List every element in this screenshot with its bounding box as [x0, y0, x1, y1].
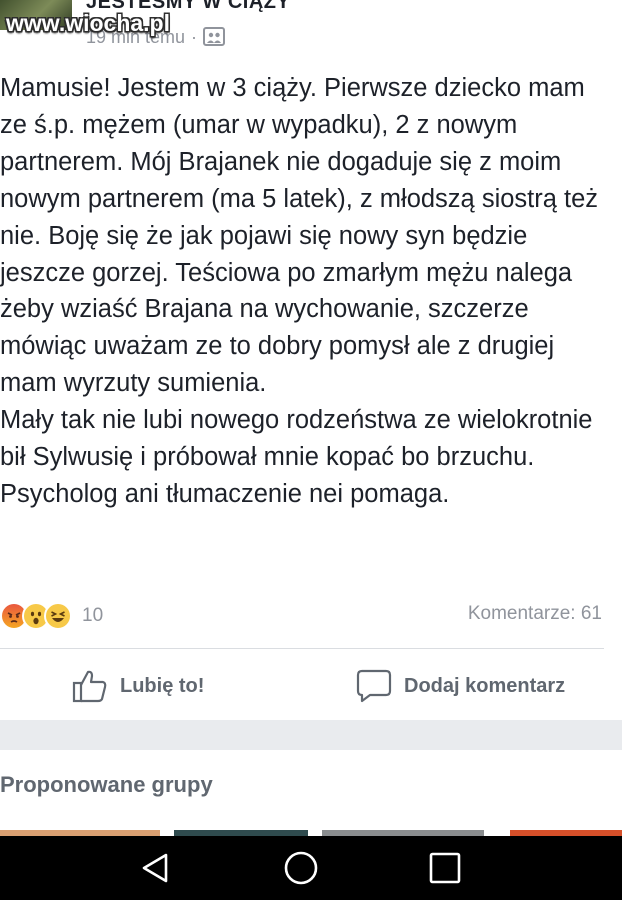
home-icon[interactable] — [283, 850, 319, 886]
reaction-count[interactable]: 10 — [82, 605, 103, 627]
watermark: www.wiocha.pl — [6, 10, 170, 36]
divider — [0, 648, 604, 649]
suggested-groups-title: Proponowane grupy — [0, 772, 213, 797]
post-header: JESTEŚMY W CIĄŻY 19 min temu · www.wiocha… — [0, 0, 622, 52]
comment-button[interactable]: Dodaj komentarz — [356, 664, 565, 708]
haha-reaction-icon — [44, 602, 72, 630]
back-icon[interactable] — [138, 850, 174, 886]
android-navigation-bar — [0, 836, 622, 900]
section-separator — [0, 720, 622, 750]
reactions-summary[interactable]: 10 — [0, 600, 103, 632]
post-paragraph: Mamusie! Jestem w 3 ciąży. Pierwsze dzie… — [0, 74, 599, 398]
post-paragraph: Mały tak nie lubi nowego rodzeństwa ze w… — [0, 406, 593, 508]
photo-group-icon — [203, 26, 226, 51]
post-body: Mamusie! Jestem w 3 ciąży. Pierwsze dzie… — [0, 70, 606, 513]
comments-count[interactable]: Komentarze: 61 — [468, 603, 602, 625]
comment-label: Dodaj komentarz — [404, 674, 566, 697]
like-label: Lubię to! — [120, 674, 205, 697]
thumbs-up-icon — [72, 670, 107, 703]
meta-separator: · — [191, 27, 198, 47]
comment-bubble-icon — [356, 669, 392, 703]
like-button[interactable]: Lubię to! — [72, 664, 204, 708]
recents-icon[interactable] — [427, 850, 463, 886]
